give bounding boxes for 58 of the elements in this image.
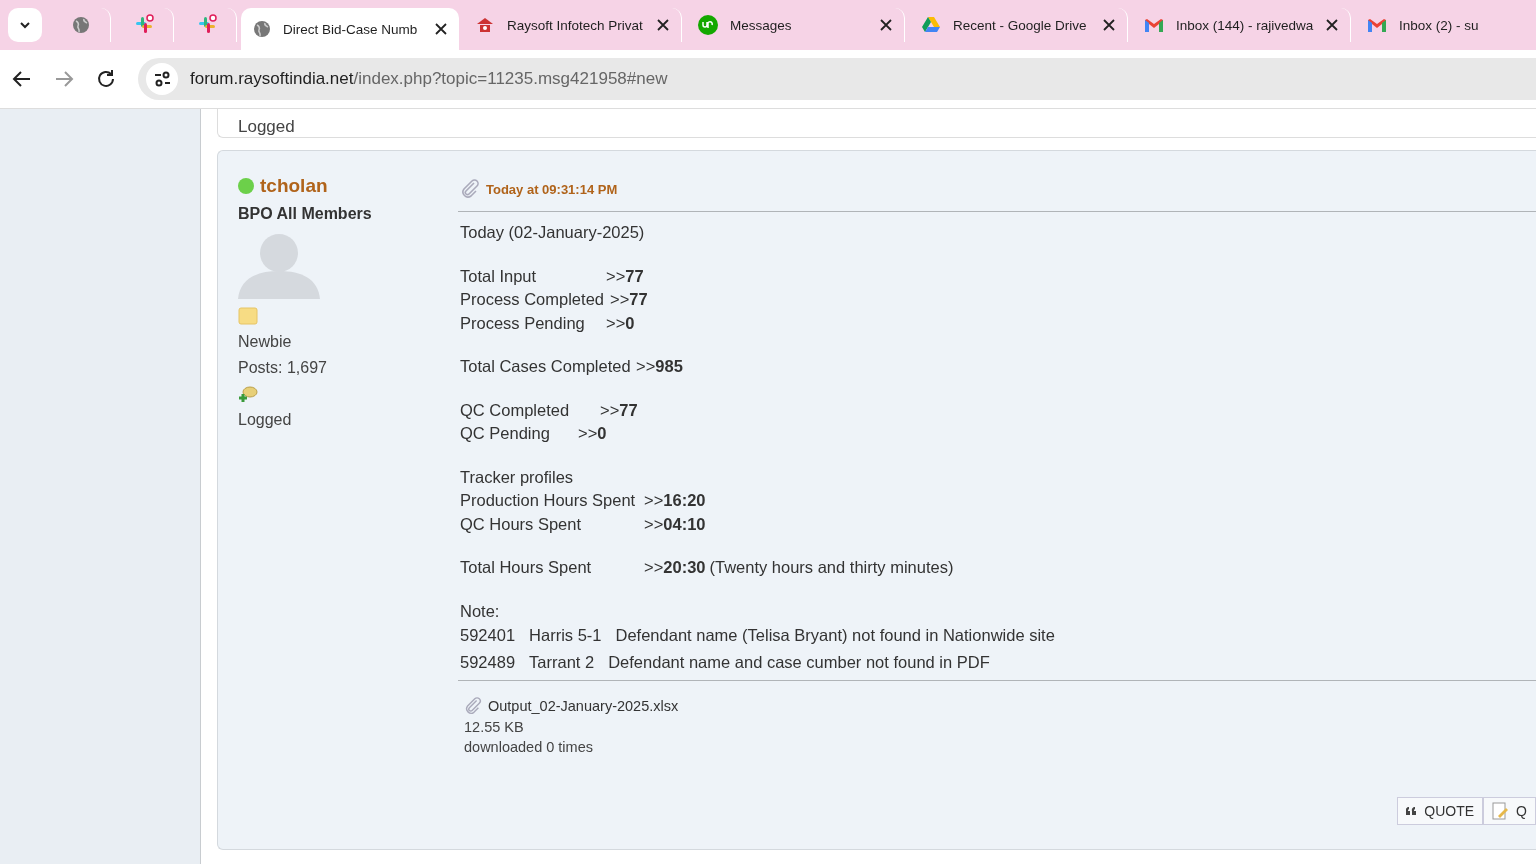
site-settings-icon[interactable] (146, 63, 178, 95)
close-icon[interactable] (657, 19, 669, 31)
author-name-link[interactable]: tcholan (260, 175, 328, 197)
quote-button[interactable]: QUOTE (1397, 797, 1484, 825)
drive-icon (921, 16, 941, 34)
message-line: QC Completed >>77 (460, 399, 639, 420)
quote-icon (1406, 807, 1417, 815)
note-line: 592489 Tarrant 2 Defendant name and case cumber not found in PDF (460, 651, 991, 673)
browser-tab[interactable]: Messages (686, 8, 905, 42)
paperclip-icon (464, 697, 482, 715)
paperclip-icon (460, 179, 480, 199)
message-line: Tracker profiles (460, 466, 575, 487)
note-line: 592401 Harris 5-1 Defendant name (Telisa Bryant) not found in Nationwide site (460, 625, 1056, 646)
browser-tab[interactable]: Inbox (2) - su (1355, 8, 1536, 42)
download-count-text: downloaded 0 times (464, 739, 594, 755)
message-line: Total Hours Spent >>20:30 (Twenty hours and thirty minutes) (460, 557, 955, 578)
attachment-link[interactable]: Output_02-January-2025.xlsx (488, 698, 679, 714)
browser-tab[interactable]: Inbox (144) - rajivedwa (1132, 8, 1351, 42)
message-line: Total Input >>77 (460, 265, 645, 286)
forward-icon[interactable] (54, 69, 74, 89)
message-line: Total Cases Completed >>985 (460, 356, 684, 377)
slack-icon (133, 14, 155, 36)
attachment-size-text: 12.55 KB (464, 719, 525, 735)
message-line: Today (02-January-2025) (460, 222, 645, 243)
slack-icon (196, 14, 218, 36)
mail-icon (1144, 17, 1164, 33)
upwork-icon (698, 15, 718, 35)
logged-text: Logged (238, 411, 293, 429)
back-icon[interactable] (12, 69, 32, 89)
logged-text: Logged (238, 117, 295, 137)
browser-tab[interactable]: Recent - Google Drive (909, 8, 1128, 42)
close-icon[interactable] (435, 23, 447, 35)
quick-edit-button[interactable]: Q (1483, 797, 1536, 825)
message-line: QC Hours Spent >>04:10 (460, 513, 707, 534)
rank-text: Newbie (238, 333, 293, 351)
close-icon[interactable] (1103, 19, 1115, 31)
reload-icon[interactable] (96, 69, 116, 89)
tab-search-button[interactable] (8, 8, 42, 42)
close-icon[interactable] (880, 19, 892, 31)
address-bar[interactable]: forum.raysoftindia.net/index.php?topic=11235.msg421958#new (138, 58, 1536, 100)
message-line: Note: (460, 600, 500, 621)
note-icon (1492, 802, 1509, 820)
message-line: Production Hours Spent >>16:20 (460, 490, 707, 511)
logo-icon (475, 16, 495, 34)
url-text[interactable]: forum.raysoftindia.net/index.php?topic=11235.msg421958#new (190, 69, 668, 89)
member-group-text: BPO All Members (238, 205, 373, 223)
post-time-text: Today at 09:31:14 PM (486, 181, 618, 197)
mail-icon (1367, 17, 1387, 33)
globe-icon (72, 16, 90, 34)
karma-icon (238, 385, 258, 403)
globe-icon (253, 20, 271, 38)
browser-tab[interactable]: Raysoft Infotech Privat (463, 8, 682, 42)
browser-tab[interactable]: Direct Bid-Case Numb (241, 8, 459, 50)
message-line: QC Pending >>0 (460, 423, 608, 444)
post-count-text: Posts: 1,697 (238, 359, 328, 377)
message-line: Process Pending >>0 (460, 312, 636, 333)
message-line: Process Completed >>77 (460, 289, 649, 310)
close-icon[interactable] (1326, 19, 1338, 31)
